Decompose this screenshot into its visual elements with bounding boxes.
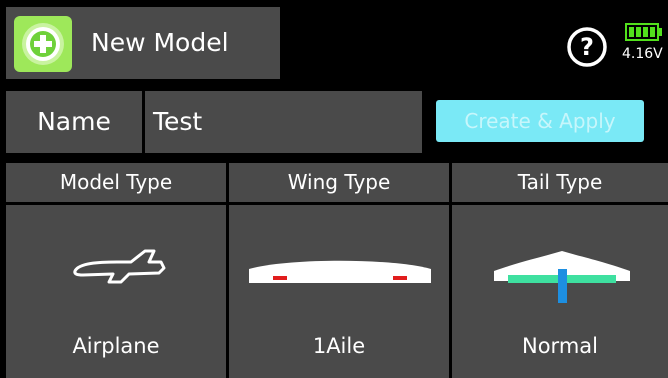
plus-in-gear-icon[interactable] [14,16,72,72]
name-label-box: Name [6,91,142,153]
wing-type-header: Wing Type [229,163,449,202]
tail-type-header-label: Tail Type [517,170,603,194]
wing-type-value: 1Aile [312,334,366,358]
model-type-tile[interactable]: Airplane [6,205,226,378]
model-type-header-label: Model Type [59,170,173,194]
name-value: Test [153,107,203,136]
name-label: Name [37,107,111,136]
name-field[interactable]: Test [145,91,422,153]
tail-type-header: Tail Type [452,163,668,202]
wing-icon [249,260,431,283]
battery-icon [625,23,662,41]
wing-type-tile[interactable]: 1Aile [229,205,449,378]
model-type-value: Airplane [72,334,160,358]
battery-voltage: 4.16V [622,46,663,62]
airplane-icon [73,249,166,284]
title-bar: New Model [6,7,280,79]
page-title: New Model [91,28,229,57]
create-apply-label: Create & Apply [464,109,616,133]
question-mark-icon[interactable]: ? [566,26,608,68]
tail-icon [494,251,630,303]
tail-type-tile[interactable]: Normal [452,205,668,378]
model-type-header: Model Type [6,163,226,202]
wing-type-header-label: Wing Type [287,170,391,194]
create-apply-button[interactable]: Create & Apply [436,100,644,142]
svg-text:?: ? [580,33,594,61]
tail-type-value: Normal [522,334,598,358]
